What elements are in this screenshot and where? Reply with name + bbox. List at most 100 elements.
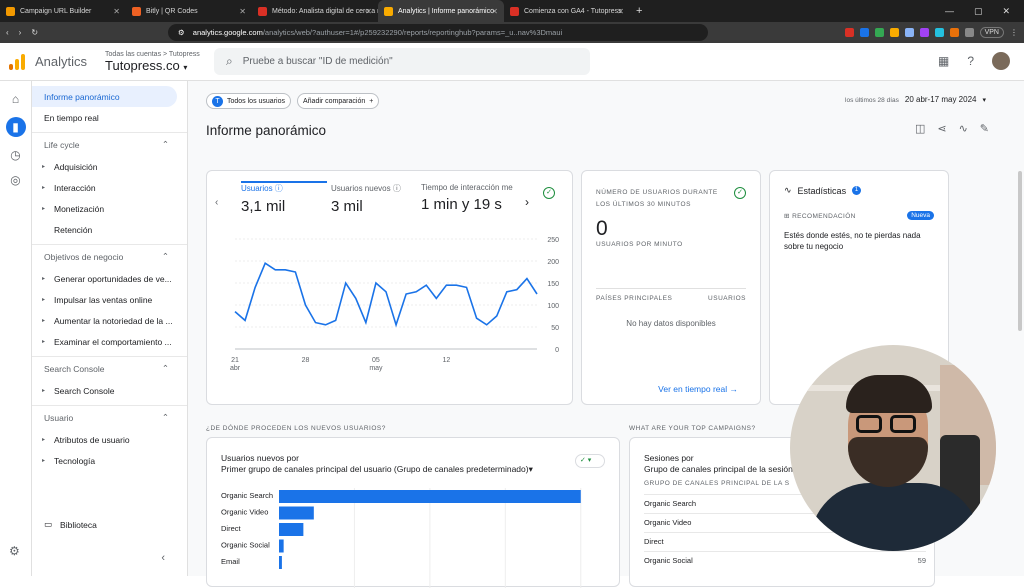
view-realtime-link[interactable]: Ver en tiempo real → [658,384,738,394]
insights-title: Estadísticas [797,185,847,196]
date-range-label: los últimos 28 días [845,97,899,104]
nav-section-header[interactable]: Life cycle ⌃ [32,132,187,156]
close-tab-icon[interactable]: ✕ [617,7,624,16]
minimize-icon[interactable]: — [945,6,954,17]
url-path: /analytics/web/?authuser=1#/p259232290/r… [262,28,563,37]
date-range-picker[interactable]: los últimos 28 días 20 abr-17 may 2024 ▾ [845,95,986,104]
nav-item[interactable]: ▸ Search Console [32,380,187,401]
users-series-line[interactable] [234,262,538,328]
nav-section-header[interactable]: Search Console ⌃ [32,356,187,380]
tab-label: Método: Analista digital de cero a m [272,7,378,15]
extension-icon[interactable] [889,28,899,37]
reports-icon[interactable]: ▮ [5,117,26,137]
home-icon[interactable]: ⌂ [9,92,23,106]
compare-icon[interactable]: ◫ [915,122,925,135]
all-users-chip[interactable]: T Todos los usuarios [206,93,291,109]
nav-item[interactable]: ▸ Generar oportunidades de ve... [32,268,187,289]
nav-item[interactable]: ▸ Monetización [32,198,187,219]
extension-icon[interactable] [859,28,869,37]
header-actions: ▦ ? [938,52,1010,70]
nav-section-header[interactable]: Usuario ⌃ [32,405,187,429]
url-bar[interactable]: ⚙ analytics.google.com/analytics/web/?au… [168,24,709,41]
search-input[interactable]: ⌕ Pruebe a buscar "ID de medición" [214,48,590,75]
reload-icon[interactable]: ↻ [31,28,38,37]
card-metric-label[interactable]: Sesiones por [644,453,694,463]
nav-item[interactable]: ▸ Tecnología [32,450,187,471]
add-comparison-button[interactable]: Añadir comparación + [296,93,380,109]
extension-icon[interactable] [949,28,959,37]
back-icon[interactable]: ‹ [6,28,9,37]
site-info-icon[interactable]: ⚙ [178,28,185,37]
browser-tab[interactable]: Método: Analista digital de cero a m ✕ [252,0,378,22]
extension-icon[interactable] [874,28,884,37]
library-link[interactable]: ▭ Biblioteca [44,519,97,530]
x-tick-label: 05 may [369,357,383,372]
forward-icon[interactable]: › [19,28,22,37]
close-tab-icon[interactable]: ✕ [113,7,120,16]
help-icon[interactable]: ? [967,54,974,68]
bar[interactable] [279,556,282,569]
nav-item[interactable]: ▸ Adquisición [32,156,187,177]
page-scrollbar[interactable] [1018,171,1022,331]
extension-icon[interactable] [919,28,929,37]
new-tab-button[interactable]: + [636,5,642,17]
bar[interactable] [279,539,284,553]
avatar[interactable] [992,52,1010,70]
row-label: Direct [644,537,664,546]
x-tick-label: 12 [443,357,451,364]
browser-tab[interactable]: Analytics | Informe panorámico ✕ [378,0,504,22]
admin-gear-icon[interactable]: ⚙ [9,544,20,558]
extension-icon[interactable] [904,28,914,37]
nav-item[interactable]: Informe panorámico [32,86,177,107]
insights-icon[interactable]: ∿ [959,122,968,135]
bar-category-label: Direct [221,524,242,533]
apps-grid-icon[interactable]: ▦ [938,54,949,68]
browser-tab[interactable]: Bitly | QR Codes ✕ [126,0,252,22]
nav-item[interactable]: ▸ Examinar el comportamiento ... [32,331,187,352]
nav-item[interactable]: ▸ Impulsar las ventas online [32,289,187,310]
maximize-icon[interactable]: ▢ [974,6,983,17]
share-icon[interactable]: ⋖ [937,122,946,135]
analytics-logo-icon [9,53,25,70]
edit-icon[interactable]: ✎ [980,122,989,135]
check-circle-icon[interactable]: ✓ [734,187,746,199]
collapse-nav-icon[interactable]: ‹ [161,552,165,564]
extension-icon[interactable] [964,28,974,37]
nav-item[interactable]: Retención [32,219,187,240]
browser-tab[interactable]: Campaign URL Builder ✕ [0,0,126,22]
y-tick-label: 250 [547,237,559,244]
insight-message[interactable]: Estés donde estés, no te pierdas nada so… [784,230,934,252]
nav-item[interactable]: ▸ Aumentar la notoriedad de la ... [32,310,187,331]
nav-item[interactable]: ▸ Atributos de usuario [32,429,187,450]
bar[interactable] [279,490,581,503]
account-selector[interactable]: Todas las cuentas > Tutopress Tutopress.… [105,51,200,73]
bar[interactable] [279,523,304,536]
expand-triangle-icon: ▸ [42,339,46,345]
advertising-icon[interactable]: ◎ [9,173,23,187]
card-dimension-label[interactable]: Grupo de canales principal de la sesión [644,464,793,474]
close-window-icon[interactable]: ✕ [1002,6,1010,17]
explore-icon[interactable]: ◷ [9,148,23,162]
nav-section-header[interactable]: Objetivos de negocio ⌃ [32,244,187,268]
nav-item[interactable]: En tiempo real [32,107,187,128]
bar[interactable] [279,506,314,520]
vpn-button[interactable]: VPN [979,27,1004,38]
close-tab-icon[interactable]: ✕ [365,7,372,16]
chevron-up-icon: ⌃ [161,139,169,149]
search-placeholder: Pruebe a buscar "ID de medición" [242,56,393,67]
browser-tab[interactable]: Comienza con GA4 - Tutopress ✕ [504,0,630,22]
property-name[interactable]: Tutopress.co ▾ [105,58,200,73]
recommendation-label: RECOMENDACIÓN [792,212,856,220]
nav-item-label: Aumentar la notoriedad de la ... [54,315,173,326]
close-tab-icon[interactable]: ✕ [491,7,498,16]
nav-item-label: Tecnología [54,455,96,466]
insights-count-badge: 1 [852,186,862,195]
extension-icon[interactable] [934,28,944,37]
menu-dots-icon[interactable]: ⋮ [1010,28,1018,37]
extension-icon[interactable] [844,28,854,37]
table-row[interactable]: Organic Social 59 [644,551,926,565]
close-tab-icon[interactable]: ✕ [239,7,246,16]
library-label: Biblioteca [60,519,97,530]
nav-item-label: Search Console [54,385,115,396]
nav-item[interactable]: ▸ Interacción [32,177,187,198]
